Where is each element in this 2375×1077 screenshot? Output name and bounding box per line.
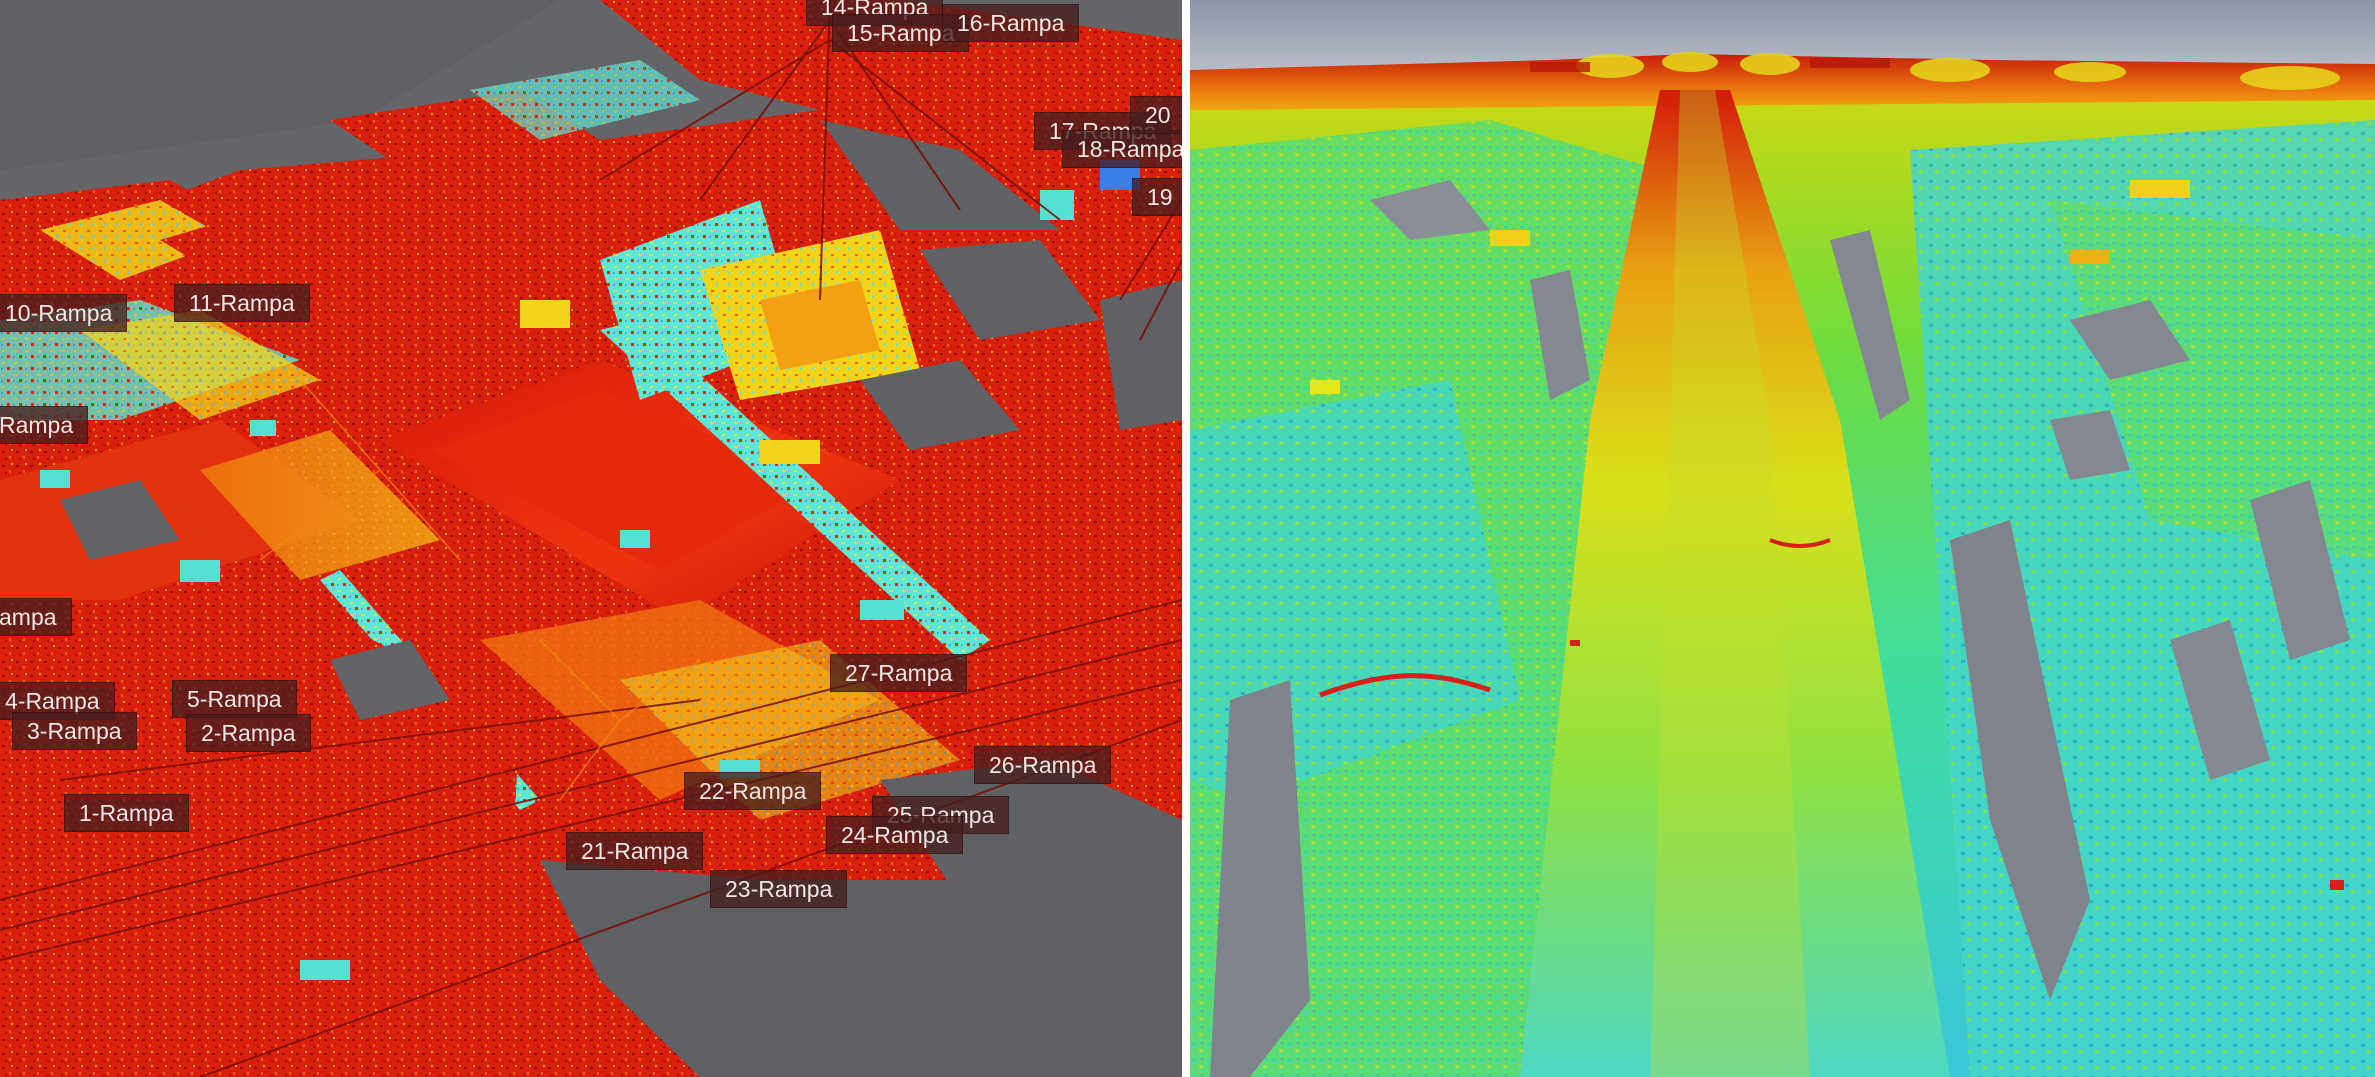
ramp-label[interactable]: 22-Rampa — [684, 772, 822, 810]
ramp-label[interactable]: 5-Rampa — [172, 680, 297, 718]
ramp-label[interactable]: ampa — [0, 598, 72, 636]
ramp-label[interactable]: 11-Rampa — [174, 284, 310, 322]
ramp-label[interactable]: 23-Rampa — [710, 870, 848, 908]
terrain-point-cloud-render — [1190, 0, 2375, 1077]
ramp-label[interactable]: 20 — [1130, 96, 1182, 134]
urban-point-cloud-view: 14-Rampa 15-Rampa 16-Rampa 17-Rampa 18-R… — [0, 0, 1182, 1077]
ramp-label[interactable]: 26-Rampa — [974, 746, 1112, 784]
ramp-label[interactable]: 1-Rampa — [64, 794, 189, 832]
ramp-label[interactable]: 3-Rampa — [12, 712, 137, 750]
ramp-label[interactable]: 19 — [1132, 178, 1182, 216]
ramp-label[interactable]: 24-Rampa — [826, 816, 964, 854]
ramp-label[interactable]: Rampa — [0, 406, 89, 444]
ramp-label[interactable]: 27-Rampa — [830, 654, 968, 692]
ramp-label[interactable]: 10-Rampa — [0, 294, 128, 332]
panel-divider — [1182, 0, 1190, 1077]
terrain-point-cloud-view — [1190, 0, 2375, 1077]
ramp-label[interactable]: 18-Rampa — [1062, 130, 1182, 168]
ramp-label[interactable]: 16-Rampa — [942, 4, 1080, 42]
ramp-label[interactable]: 2-Rampa — [186, 714, 311, 752]
ramp-label-layer: 14-Rampa 15-Rampa 16-Rampa 17-Rampa 18-R… — [0, 0, 1182, 1077]
ramp-label[interactable]: 21-Rampa — [566, 832, 704, 870]
